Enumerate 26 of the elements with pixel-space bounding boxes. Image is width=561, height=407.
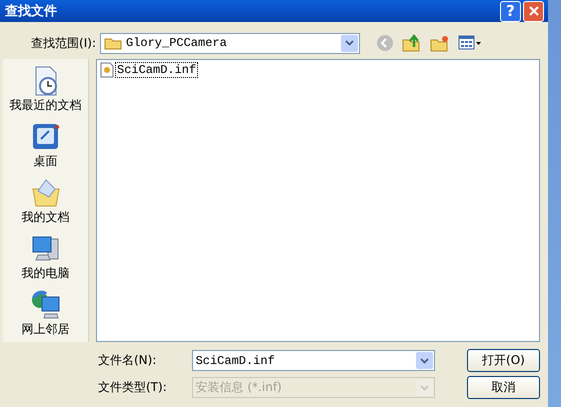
open-button[interactable]: 打开(O) xyxy=(466,349,540,372)
help-button[interactable]: ? xyxy=(500,0,521,22)
chevron-down-icon xyxy=(345,40,354,46)
places-item[interactable]: 我的文档 xyxy=(22,177,70,226)
cancel-button[interactable]: 取消 xyxy=(466,376,540,399)
places-item[interactable]: 我的电脑 xyxy=(22,233,70,282)
places-item[interactable]: 我最近的文档 xyxy=(10,65,82,114)
look-in-label: 查找范围(I): xyxy=(30,34,97,52)
folder-icon xyxy=(104,36,122,50)
close-icon xyxy=(528,5,540,17)
places-item[interactable]: 桌面 xyxy=(30,121,62,170)
folder-icon xyxy=(30,177,62,209)
network-icon xyxy=(30,289,62,321)
file-type-label: 文件类型(T): xyxy=(97,379,168,396)
up-folder-icon[interactable] xyxy=(402,33,422,53)
places-item[interactable]: 网上邻居 xyxy=(22,289,70,338)
view-menu-icon[interactable] xyxy=(458,35,482,51)
window-title: 查找文件 xyxy=(5,2,57,20)
file-name-label: 文件名(N): xyxy=(97,352,158,369)
look-in-dropdown[interactable]: Glory_PCCamera xyxy=(100,32,360,54)
chevron-down-icon xyxy=(420,384,429,390)
file-name-field[interactable]: SciCamD.inf xyxy=(192,350,435,371)
back-icon[interactable] xyxy=(376,34,394,52)
chevron-down-icon xyxy=(420,358,429,364)
new-folder-icon[interactable] xyxy=(430,34,450,52)
close-button[interactable] xyxy=(523,0,544,22)
